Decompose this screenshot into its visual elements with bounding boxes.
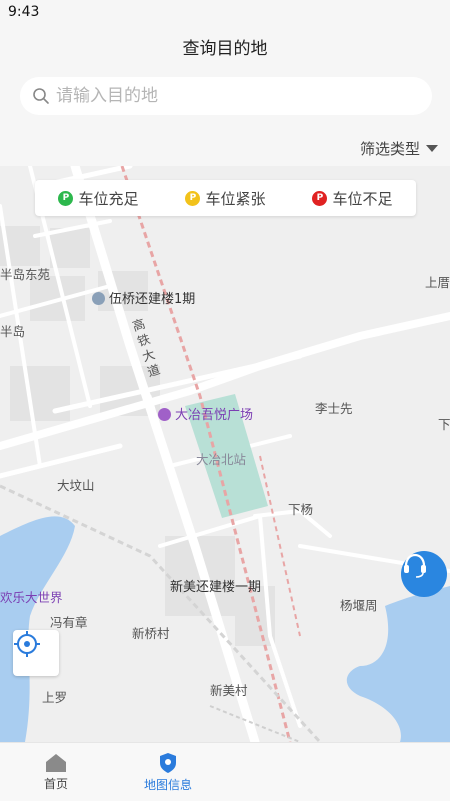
headset-icon [404,553,426,578]
customer-service-button[interactable] [401,551,447,597]
map-label: 杨堰周 [340,598,378,613]
legend-label: 车位紧张 [205,189,266,208]
legend-label: 车位不足 [332,189,393,208]
tab-home[interactable]: 首页 [1,743,111,801]
parking-legend: P 车位充足 P 车位紧张 P 车位不足 [35,180,416,216]
map-label: 欢乐大世界 [0,590,63,605]
map-pin-icon [160,752,176,773]
map-label: 下 [438,417,450,432]
map-view[interactable]: P 车位充足 P 车位紧张 P 车位不足 上厝 半岛东苑 伍桥还建楼1期 半岛 … [0,166,450,742]
map-label: 新美村 [210,683,248,698]
map-label: 大冶北站 [196,452,247,467]
map-label: 新美还建楼一期 [170,580,262,595]
status-bar: 9:43 [0,0,450,26]
map-label: 下杨 [288,502,314,517]
home-icon [46,753,66,772]
parking-available-icon: P [58,190,74,206]
legend-item: P 车位紧张 [185,188,266,209]
building-icon [92,292,105,305]
filter-type-dropdown[interactable]: 筛选类型 [360,138,438,159]
search-icon [33,88,49,104]
map-label: 半岛 [0,324,26,339]
caret-down-icon [426,145,438,152]
filter-label: 筛选类型 [359,140,420,158]
bottom-tab-bar: 首页 地图信息 [0,742,450,801]
tab-map-info[interactable]: 地图信息 [113,743,223,801]
parking-limited-icon: P [185,190,201,206]
map-label: 大坟山 [57,478,95,493]
map-label: 上厝 [425,275,450,290]
map-label: 半岛东苑 [0,267,51,282]
tab-label: 首页 [43,776,68,791]
legend-item: P 车位充足 [58,188,139,209]
crosshair-icon [14,631,40,657]
map-label: 李士先 [315,401,353,416]
search-box[interactable] [20,77,432,115]
parking-full-icon: P [312,190,328,206]
map-label-poi: 大冶吾悦广场 [158,404,253,423]
legend-label: 车位充足 [78,189,139,208]
map-label: 冯有章 [50,615,88,630]
header: 查询目的地 筛选类型 [0,26,450,166]
map-label: 上罗 [42,690,68,705]
search-input[interactable] [56,77,416,115]
mall-icon [158,408,171,421]
map-label: 新桥村 [132,626,170,641]
map-label-poi: 伍桥还建楼1期 [92,288,195,307]
locate-button[interactable] [13,630,59,676]
tab-label: 地图信息 [143,777,192,792]
status-time: 9:43 [8,4,40,20]
page-title: 查询目的地 [182,39,268,59]
legend-item: P 车位不足 [312,188,393,209]
